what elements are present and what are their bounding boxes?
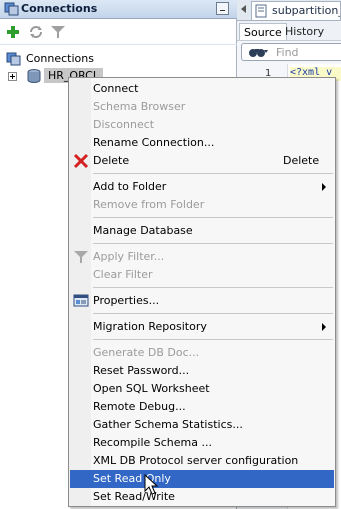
- menu-item-xml-db-protocol[interactable]: XML DB Protocol server configuration: [70, 452, 334, 470]
- minimize-button[interactable]: [216, 2, 229, 15]
- menu-item-schema-browser[interactable]: Schema Browser: [70, 98, 334, 116]
- properties-icon: [73, 293, 89, 309]
- find-placeholder: Find: [276, 46, 299, 59]
- refresh-icon[interactable]: [28, 24, 44, 43]
- menu-item-manage-database[interactable]: Manage Database: [70, 222, 334, 240]
- menu-item-connect[interactable]: Connect: [70, 80, 334, 98]
- menu-item-remote-debug[interactable]: Remote Debug...: [70, 398, 334, 416]
- connections-toolbar: [0, 19, 237, 45]
- database-icon: [26, 68, 42, 90]
- menu-item-reset-password[interactable]: Reset Password...: [70, 362, 334, 380]
- menu-separator: [93, 287, 333, 288]
- connections-panel-title: Connections: [21, 2, 98, 15]
- menu-item-delete[interactable]: Delete Delete: [70, 152, 334, 170]
- menu-item-migration-repository[interactable]: Migration Repository: [70, 318, 334, 336]
- context-menu: Connect Schema Browser Disconnect Rename…: [68, 77, 336, 507]
- tree-node-connections[interactable]: Connections: [0, 50, 236, 68]
- menu-separator: [93, 243, 333, 244]
- tree-label-connections: Connections: [26, 52, 94, 65]
- connections-title-bar[interactable]: Connections: [0, 0, 237, 19]
- menu-separator: [93, 217, 333, 218]
- menu-item-set-read-only[interactable]: Set Read Only: [70, 470, 334, 488]
- sql-developer-window: Connections Connections HR_ORCL subparti…: [0, 0, 341, 509]
- tab-scroll-left-icon[interactable]: [241, 5, 246, 13]
- editor-tab[interactable]: subpartition_t: [251, 1, 341, 20]
- menu-item-clear-filter[interactable]: Clear Filter: [70, 266, 334, 284]
- binoculars-icon[interactable]: [248, 46, 268, 62]
- menu-separator: [93, 313, 333, 314]
- editor-tab-strip: subpartition_t: [237, 0, 341, 21]
- menu-item-rename-connection[interactable]: Rename Connection...: [70, 134, 334, 152]
- submenu-arrow-icon: [322, 183, 326, 191]
- menu-item-gather-schema-statistics[interactable]: Gather Schema Statistics...: [70, 416, 334, 434]
- filter-icon: [73, 249, 89, 265]
- red-x-icon: [73, 153, 89, 169]
- file-icon: [255, 4, 267, 20]
- find-input[interactable]: Find: [241, 43, 341, 61]
- menu-item-generate-db-doc[interactable]: Generate DB Doc...: [70, 344, 334, 362]
- connections-icon: [4, 2, 19, 19]
- menu-item-remove-from-folder[interactable]: Remove from Folder: [70, 196, 334, 214]
- tab-source[interactable]: Source: [239, 23, 287, 40]
- menu-separator: [93, 173, 333, 174]
- menu-item-add-to-folder[interactable]: Add to Folder: [70, 178, 334, 196]
- filter-icon[interactable]: [50, 24, 66, 43]
- menu-item-apply-filter[interactable]: Apply Filter...: [70, 248, 334, 266]
- add-connection-icon[interactable]: [5, 24, 21, 43]
- delete-shortcut: Delete: [283, 154, 320, 167]
- menu-item-recompile-schema[interactable]: Recompile Schema ...: [70, 434, 334, 452]
- menu-item-set-read-write[interactable]: Set Read/Write: [70, 488, 334, 506]
- menu-item-disconnect[interactable]: Disconnect: [70, 116, 334, 134]
- editor-subtabs: Source History: [237, 21, 341, 41]
- menu-item-properties[interactable]: Properties...: [70, 292, 334, 310]
- mouse-pointer-icon: [144, 473, 162, 496]
- menu-separator: [93, 339, 333, 340]
- menu-item-open-sql-worksheet[interactable]: Open SQL Worksheet: [70, 380, 334, 398]
- editor-tab-label: subpartition_t: [272, 4, 341, 17]
- tab-history[interactable]: History: [281, 23, 328, 40]
- submenu-arrow-icon: [322, 323, 326, 331]
